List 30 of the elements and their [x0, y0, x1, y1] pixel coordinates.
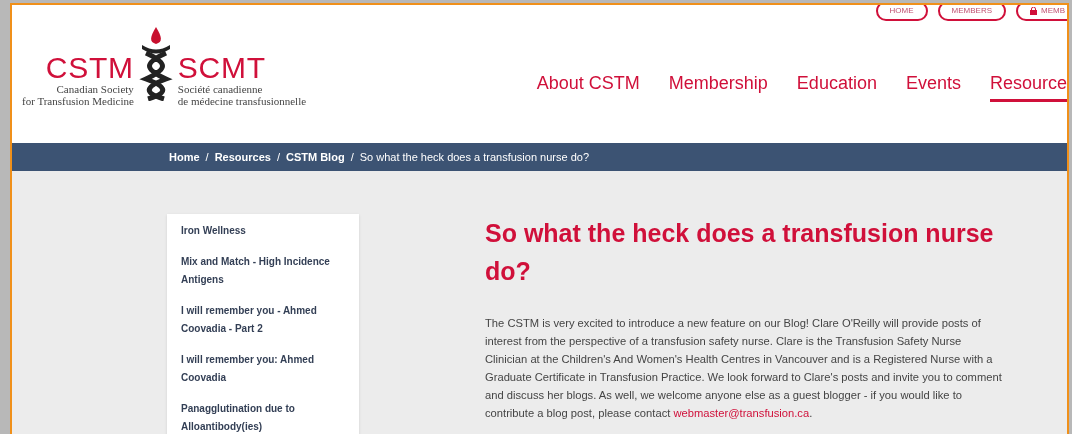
- sidebar-post-link[interactable]: Mix and Match - High Incidence Antigens: [181, 253, 345, 289]
- article-paragraph: The CSTM is very excited to introduce a new feature on our Blog! Clare O'Reilly will provide posts of interest from the perspective of a transfusion safety nurse. Clare is the Transfusion Safety Nurse Clinician at the Children's And Women's Health Centres in Vancouver and is a Registered Nurse with a Graduate Certificate in Transfusion Practice. We look forward to Clare's posts and invite you to comment and discuss her blogs. As well, we welcome anyone else as a guest blogger - if you would like to contribute a blog post, please contact webmaster@transfusion.ca.: [485, 316, 1003, 421]
- logo-acronym: CSTM: [45, 53, 134, 83]
- logo-tagline: Canadian Society: [56, 83, 134, 95]
- sidebar-post-link[interactable]: I will remember you: Ahmed Coovadia: [181, 351, 345, 387]
- logo-tagline: Société canadienne: [177, 83, 263, 95]
- article-title: So what the heck does a transfusion nurse do?: [485, 218, 995, 287]
- logo-tagline: de médecine transfusionnelle: [177, 95, 307, 107]
- top-link-button[interactable]: MEMB: [1016, 5, 1067, 21]
- nav-link[interactable]: Resource: [989, 71, 1067, 102]
- logo-tagline: for Transfusion Medicine: [22, 95, 134, 107]
- nav-link[interactable]: Events: [905, 71, 961, 102]
- breadcrumb-link[interactable]: Resources: [214, 148, 271, 166]
- nav-link[interactable]: About CSTM: [536, 71, 640, 102]
- top-link-button[interactable]: MEMBERS: [937, 5, 1006, 21]
- breadcrumb-separator: /: [205, 149, 209, 165]
- breadcrumb-link[interactable]: CSTM Blog: [285, 148, 345, 166]
- breadcrumb-separator: /: [350, 149, 354, 165]
- nav-link[interactable]: Education: [796, 71, 877, 102]
- top-link-button[interactable]: HOME: [875, 5, 928, 21]
- sidebar-post-link[interactable]: Iron Wellness: [181, 222, 345, 240]
- breadcrumb-link[interactable]: Home: [169, 148, 200, 166]
- lock-icon: [1030, 7, 1037, 15]
- sidebar-post-link[interactable]: Panagglutination due to Alloantibody(ies): [181, 400, 345, 434]
- dna-helix-logo-icon: [137, 25, 174, 101]
- nav-link[interactable]: Membership: [668, 71, 768, 102]
- logo-acronym: SCMT: [177, 53, 266, 83]
- sidebar-post-link[interactable]: I will remember you - Ahmed Coovadia - Part 2: [181, 302, 345, 338]
- breadcrumb-separator: /: [276, 149, 280, 165]
- breadcrumb-current: So what the heck does a transfusion nurse do?: [359, 149, 589, 165]
